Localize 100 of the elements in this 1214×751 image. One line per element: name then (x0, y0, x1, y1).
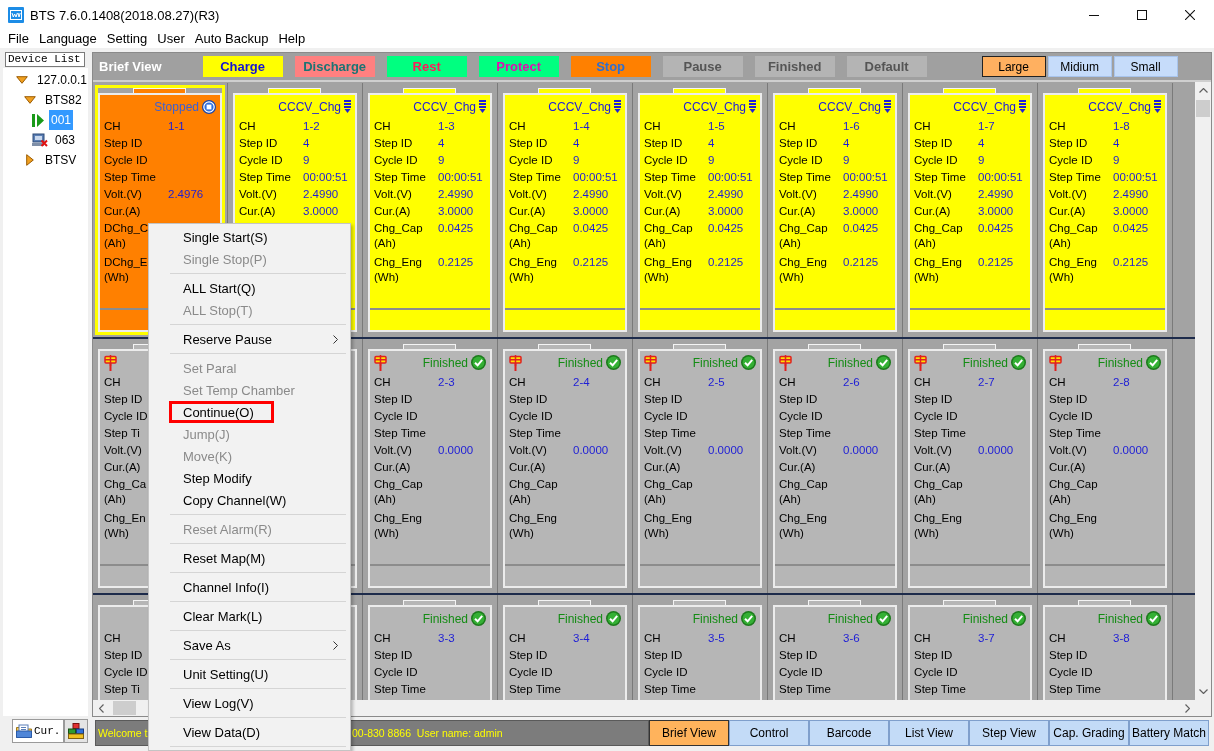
field-label: Step ID (1049, 392, 1088, 407)
view-tab[interactable]: List View (889, 719, 969, 746)
field-label: Cur.(A) (1049, 204, 1086, 219)
menu-item[interactable]: Help (273, 30, 311, 48)
menu-item[interactable]: Channel Info(I) (149, 576, 350, 598)
field-label: Step ID (104, 648, 143, 663)
menu-item[interactable]: Setting (101, 30, 153, 48)
field-label: Volt.(V) (1049, 443, 1087, 458)
tree-item[interactable]: 063 (53, 130, 78, 150)
view-tab[interactable]: Barcode (809, 719, 889, 746)
field-label: Step Time (1049, 426, 1101, 441)
size-button[interactable]: Small (1113, 56, 1178, 77)
panel-tab[interactable] (64, 719, 89, 743)
state-legend: Rest (386, 56, 467, 77)
field-label: CH (1049, 375, 1066, 390)
field-label: Cycle ID (509, 665, 553, 680)
menu-item[interactable]: Step Modify (149, 467, 350, 489)
menu-item[interactable]: File (3, 30, 34, 48)
tree-item[interactable]: 127.0.0.1 (35, 70, 90, 90)
size-button[interactable]: Midium (1047, 56, 1112, 77)
field-label: Cur.(A) (1049, 460, 1086, 475)
field-label: CH (914, 631, 931, 646)
minimize-icon (1089, 14, 1099, 16)
field-label: Cur.(A) (779, 460, 816, 475)
menu-item[interactable]: Unit Setting(U) (149, 663, 350, 685)
panel-tab[interactable]: Cur. (12, 719, 65, 743)
menu-item[interactable]: Auto Backup (189, 30, 274, 48)
view-tab[interactable]: Control (729, 719, 809, 746)
field-label: Chg_Cap (Ah) (374, 221, 423, 251)
field-value: 00:00:51 (303, 170, 348, 185)
state-legend: Pause (662, 56, 743, 77)
tree-item[interactable]: BTS82 (43, 90, 84, 110)
field-value: 0.0425 (573, 221, 609, 236)
field-label: Chg_Eng (Wh) (644, 255, 692, 285)
field-label: CH (509, 631, 526, 646)
field-value: 3.0000 (573, 204, 609, 219)
view-tab[interactable]: Brief View (649, 719, 729, 746)
field-value: 2-3 (438, 375, 455, 390)
field-label: CH (779, 375, 796, 390)
menu-item[interactable]: Language (33, 30, 102, 48)
caret-down-icon[interactable] (16, 76, 28, 84)
field-value: 4 (1113, 136, 1120, 151)
view-tab[interactable]: Battery Match (1129, 719, 1209, 746)
menu-item[interactable]: Clear Mark(L) (149, 605, 350, 627)
field-label: Volt.(V) (779, 187, 817, 202)
status-text: Finished (962, 611, 1008, 626)
status-text: Finished (422, 355, 468, 370)
state-legend: Discharge (294, 56, 375, 77)
menu-item[interactable]: Reset Map(M) (149, 547, 350, 569)
menu-item[interactable]: View Log(V) (149, 692, 350, 714)
field-value: 4 (708, 136, 715, 151)
field-value: 4 (438, 136, 445, 151)
field-label: CH (779, 119, 796, 134)
caret-right-icon[interactable] (26, 154, 34, 166)
field-value: 9 (438, 153, 445, 168)
field-label: Cycle ID (914, 665, 958, 680)
caret-down-icon[interactable] (24, 96, 36, 104)
field-value: 2.4990 (1113, 187, 1149, 202)
field-value: 4 (978, 136, 985, 151)
field-value: 3.0000 (708, 204, 744, 219)
field-value: 3-5 (708, 631, 725, 646)
field-label: Step Time (239, 170, 291, 185)
card-tab (1078, 344, 1131, 349)
menu-item[interactable]: Save As (149, 634, 350, 656)
view-tab[interactable]: Cap. Grading (1049, 719, 1129, 746)
field-label: CH (104, 375, 121, 390)
field-label: Chg_Eng (Wh) (509, 511, 557, 541)
vertical-scrollbar[interactable] (1195, 82, 1211, 700)
field-value: 3-8 (1113, 631, 1130, 646)
menu-item[interactable]: View Data(D) (149, 721, 350, 743)
field-label: Cycle ID (644, 409, 688, 424)
field-value: 2.4990 (573, 187, 609, 202)
field-label: Step ID (914, 392, 953, 407)
field-label: CH (914, 119, 931, 134)
menu-item[interactable]: Copy Channel(W) (149, 489, 350, 511)
field-label: CH (644, 119, 661, 134)
field-label: Step ID (374, 136, 413, 151)
close-icon (1185, 10, 1195, 20)
status-text: Finished (1097, 355, 1143, 370)
chevron-down-icon (1198, 689, 1208, 694)
field-value: 4 (573, 136, 580, 151)
field-value: 2-7 (978, 375, 995, 390)
field-value: 00:00:51 (1113, 170, 1158, 185)
field-label: Step Time (509, 682, 561, 697)
field-label: CH (509, 375, 526, 390)
size-button[interactable]: Large (981, 56, 1046, 77)
scroll-thumb[interactable] (1196, 100, 1210, 117)
field-label: Cur.(A) (374, 204, 411, 219)
field-label: Cycle ID (509, 409, 553, 424)
tree-item[interactable]: BTSV (43, 150, 79, 170)
view-tab[interactable]: Step View (969, 719, 1049, 746)
field-label: Volt.(V) (239, 187, 277, 202)
menu-item[interactable]: Continue(O) (149, 401, 350, 423)
field-label: Cur.(A) (644, 460, 681, 475)
field-label: Step Time (1049, 170, 1101, 185)
field-label: Cur.(A) (239, 204, 276, 219)
field-label: Step ID (374, 392, 413, 407)
menu-item[interactable]: User (152, 30, 190, 48)
card-tab (1078, 88, 1131, 93)
scroll-thumb[interactable] (113, 701, 136, 715)
